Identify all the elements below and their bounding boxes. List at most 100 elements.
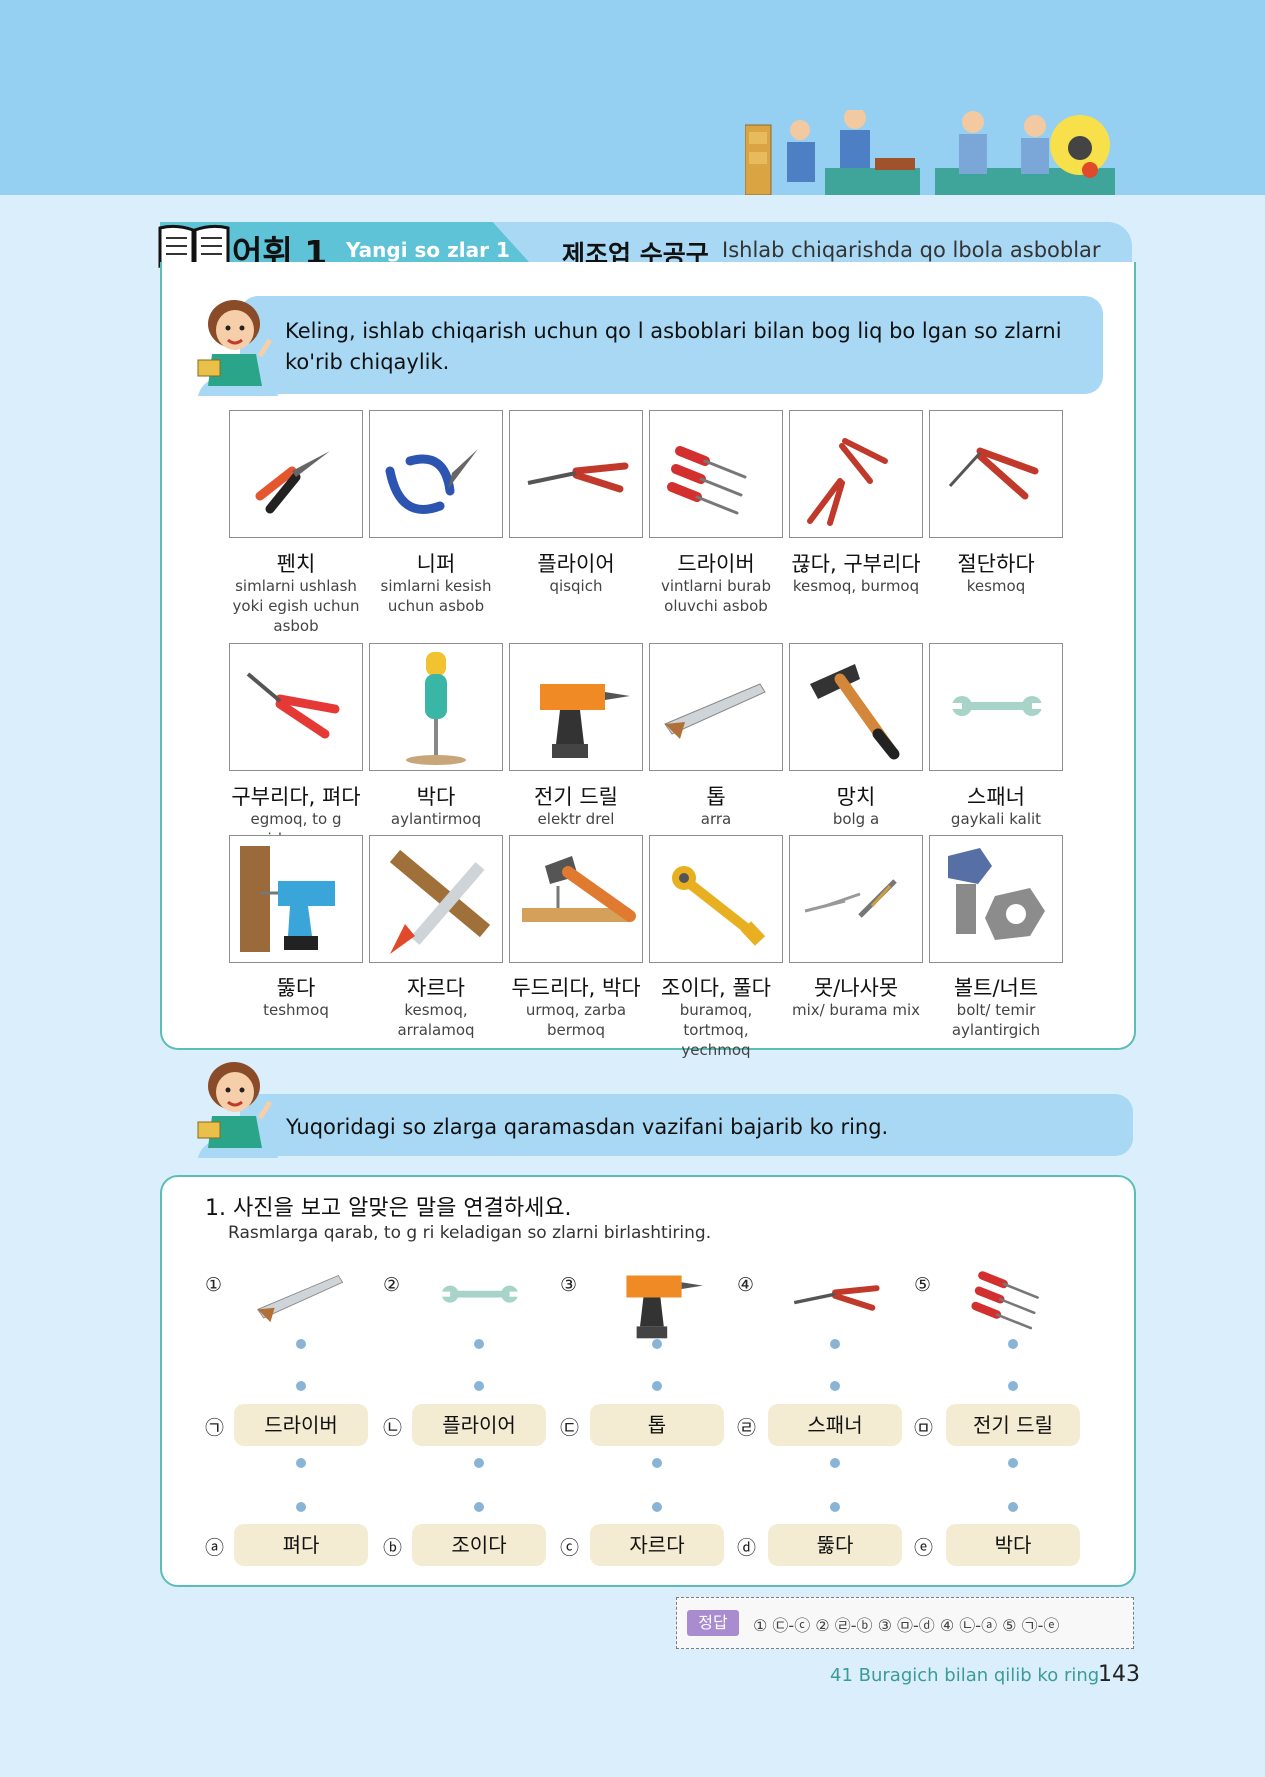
picture-number: ④ [737,1274,755,1296]
vocab-image [509,643,643,771]
exercise-subtitle: Rasmlarga qarab, to g ri keladigan so zl… [228,1223,712,1243]
saw-icon [664,683,766,739]
vocab-korean: 펜치 [276,552,316,576]
lesson-footer: 41 Buragich bilan qilib ko ring [830,1665,1100,1686]
answer-text: ① ㉢-ⓒ ② ㉣-ⓑ ③ ㉤-ⓓ ④ ㉡-ⓐ ⑤ ㉠-ⓔ [753,1616,1060,1635]
verb-option[interactable]: 조이다 [412,1524,546,1566]
exercise-picture [963,1250,1063,1344]
vocab-image [369,835,503,963]
verb-option[interactable]: 펴다 [234,1524,368,1566]
match-dot[interactable] [652,1339,662,1349]
vocab-image [789,835,923,963]
vocab-image [649,410,783,538]
long-nose-pliers-icon [793,1285,880,1311]
match-dot[interactable] [652,1502,662,1512]
vocab-uzbek: buramoq, tortmoq, yechmoq [679,1001,753,1059]
noun-option[interactable]: 톱 [590,1404,724,1446]
vocab-korean: 끊다, 구부리다 [791,552,921,576]
match-dot[interactable] [296,1381,306,1391]
match-dot[interactable] [830,1339,840,1349]
match-dot[interactable] [474,1458,484,1468]
match-dot[interactable] [474,1502,484,1512]
screwing-icon [406,652,466,765]
vocab-image [229,410,363,538]
vocab-uzbek: teshmoq [263,1001,329,1019]
vocab-korean: 드라이버 [677,552,755,576]
vocab-korean: 전기 드릴 [534,785,618,809]
noun-mark: ㉣ [737,1417,757,1439]
vocab-korean: 두드리다, 박다 [511,976,641,1000]
intro-text: Keling, ishlab chiqarish uchun qo l asbo… [285,319,1062,374]
teacher-avatar [197,300,278,396]
vocab-korean: 절단하다 [957,552,1035,576]
drilling-icon [240,846,335,952]
vocab-uzbek: bolt/ temir aylantirgich [951,1001,1041,1039]
match-dot[interactable] [1008,1339,1018,1349]
bolt-nut-icon [948,848,1045,940]
cutting-pliers-icon [948,447,1039,500]
match-dot[interactable] [1008,1381,1018,1391]
verb-mark: ⓔ [914,1537,934,1559]
match-dot[interactable] [1008,1458,1018,1468]
vocab-uzbek: bolg a [832,810,880,828]
vocab-image [509,835,643,963]
vocab-korean: 볼트/너트 [953,976,1039,1000]
vocab-korean: 플라이어 [537,552,615,576]
vocab-image [929,835,1063,963]
cut-bend-pliers-icon [807,438,888,526]
vocab-image [649,835,783,963]
combination-pliers-icon [255,451,330,514]
noun-option[interactable]: 전기 드릴 [946,1404,1080,1446]
saw-icon [257,1274,344,1323]
verb-option[interactable]: 뚫다 [768,1524,902,1566]
verb-option[interactable]: 박다 [946,1524,1080,1566]
vocab-korean: 자르다 [407,976,465,1000]
noun-option[interactable]: 플라이어 [412,1404,546,1446]
match-dot[interactable] [830,1458,840,1468]
section-label-uzbek: Yangi so zlar 1 [346,238,510,262]
match-dot[interactable] [296,1502,306,1512]
vocab-uzbek: vintlarni burab oluvchi asbob [660,577,772,615]
task-intro-text: Yuqoridagi so zlarga qaramasdan vazifani… [286,1115,889,1139]
vocab-image [929,410,1063,538]
vocab-uzbek: aylantirmoq [390,810,482,828]
match-dot[interactable] [296,1339,306,1349]
match-dot[interactable] [652,1381,662,1391]
vocab-uzbek: kesmoq, burmoq [792,577,920,595]
noun-mark: ㉠ [205,1417,225,1439]
match-dot[interactable] [474,1339,484,1349]
vocab-uzbek: elektr drel [537,810,615,828]
noun-mark: ㉤ [914,1417,934,1439]
vocab-image [369,410,503,538]
match-dot[interactable] [830,1502,840,1512]
exercise-picture [251,1250,351,1344]
vocab-image [789,643,923,771]
match-dot[interactable] [296,1458,306,1468]
vocab-korean: 망치 [836,785,876,809]
page-title-uzbek: Ishlab chiqarishda qo lbola asboblar [722,238,1101,262]
noun-option[interactable]: 드라이버 [234,1404,368,1446]
spanner-icon [952,696,1042,716]
match-dot[interactable] [830,1381,840,1391]
vocab-korean: 니퍼 [416,552,456,576]
verb-option[interactable]: 자르다 [590,1524,724,1566]
match-dot[interactable] [652,1458,662,1468]
noun-option[interactable]: 스패너 [768,1404,902,1446]
picture-number: ① [205,1274,223,1296]
screwdrivers-icon [971,1271,1039,1330]
verb-mark: ⓓ [737,1537,757,1559]
electric-drill-icon [540,684,630,758]
screwdrivers-icon [667,446,747,515]
vocab-uzbek: kesmoq, arralamoq [397,1001,475,1039]
tightening-icon [672,866,766,946]
picture-number: ③ [560,1274,578,1296]
vocab-korean: 조이다, 풀다 [661,976,771,1000]
match-dot[interactable] [474,1381,484,1391]
vocab-image [789,410,923,538]
vocab-image [229,835,363,963]
match-dot[interactable] [1008,1502,1018,1512]
spanner-icon [441,1285,519,1303]
sawing-icon [389,849,491,954]
verb-mark: ⓐ [205,1537,225,1559]
noun-mark: ㉢ [560,1417,580,1439]
